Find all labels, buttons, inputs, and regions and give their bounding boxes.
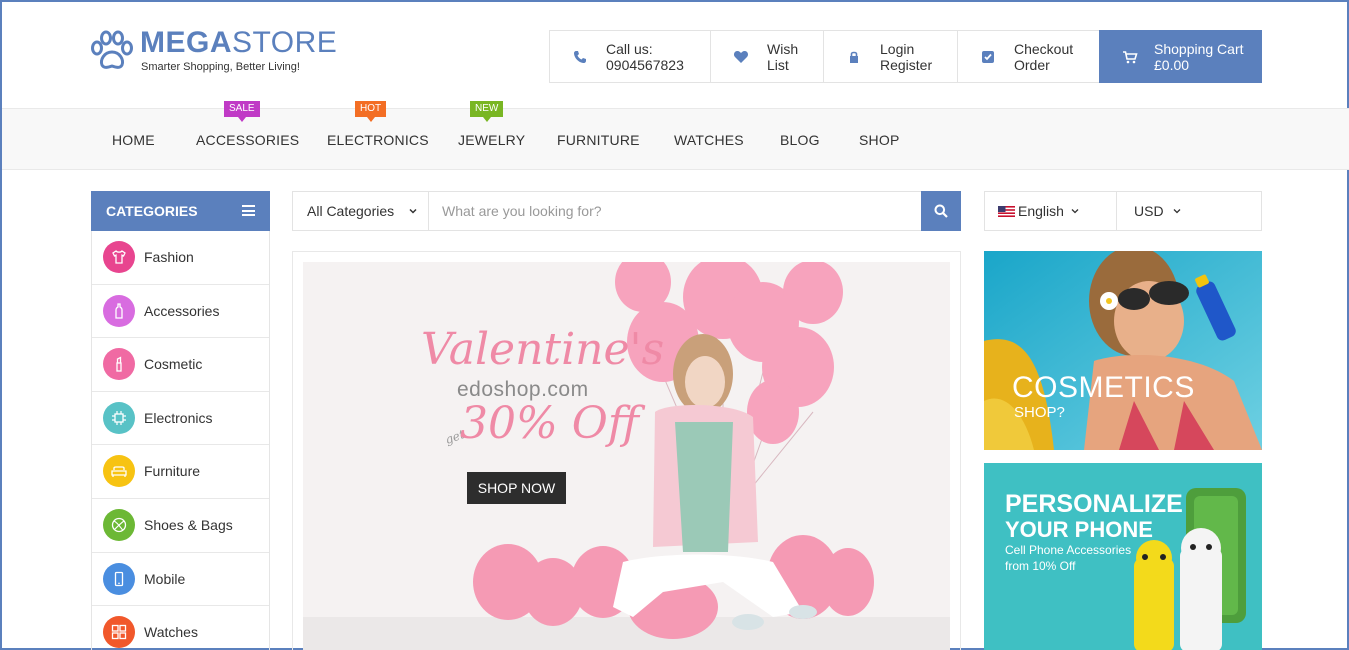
cart-total: £0.00 <box>1154 56 1190 73</box>
shop-now-button[interactable]: SHOP NOW <box>467 472 566 504</box>
promo-line-1: PERSONALIZE <box>1005 490 1183 518</box>
ball-icon <box>103 509 135 541</box>
category-item-cosmetic[interactable]: Cosmetic <box>92 338 269 392</box>
new-badge: NEW <box>470 101 504 122</box>
hot-badge: HOT <box>355 101 387 122</box>
category-item-mobile[interactable]: Mobile <box>92 553 269 607</box>
chevron-down-icon <box>409 208 417 214</box>
locale-bar: English USD <box>984 191 1262 231</box>
category-label: Fashion <box>144 249 194 265</box>
category-label: Watches <box>144 624 198 641</box>
categories-title: CATEGORIES <box>106 203 198 219</box>
nav-home[interactable]: HOME <box>112 132 155 148</box>
list-label: List <box>767 56 789 73</box>
us-flag-icon <box>998 206 1015 217</box>
hero-banner[interactable]: Valentine's edoshop.com get 30% Off SHOP… <box>303 262 950 650</box>
brand-tagline: Smarter Shopping, Better Living! <box>141 61 300 73</box>
hero-title: Valentine's <box>421 324 665 375</box>
category-item-watches[interactable]: Watches <box>92 606 269 650</box>
category-select[interactable]: All Categories <box>293 192 429 230</box>
sale-badge: SALE <box>224 101 260 122</box>
nav-shop[interactable]: SHOP <box>859 132 899 148</box>
sofa-icon <box>103 455 135 488</box>
category-item-accessories[interactable]: Accessories <box>92 285 269 339</box>
shopping-cart-button[interactable]: Shopping Cart £0.00 <box>1099 30 1262 83</box>
hero-balloons-image <box>303 262 950 650</box>
menu-icon[interactable] <box>242 205 255 216</box>
mobile-icon <box>103 562 135 595</box>
category-list: Fashion Accessories Cosmetic Electronics… <box>91 231 270 650</box>
personalize-phone-promo-banner[interactable]: PERSONALIZE YOUR PHONE Cell Phone Access… <box>984 463 1262 650</box>
category-item-shoes-bags[interactable]: Shoes & Bags <box>92 499 269 553</box>
chip-icon <box>103 401 135 434</box>
category-item-fashion[interactable]: Fashion <box>92 231 269 285</box>
category-label: Furniture <box>144 463 201 480</box>
register-label: Register <box>880 56 933 73</box>
call-us-box[interactable]: Call us: 0904567823 <box>549 30 711 83</box>
checkout-order-button[interactable]: Checkout Order <box>957 30 1100 83</box>
nav-blog[interactable]: BLOG <box>780 132 820 148</box>
currency-select[interactable]: USD <box>1118 192 1261 230</box>
lock-icon <box>850 51 858 63</box>
heart-icon <box>733 50 749 63</box>
chevron-down-icon <box>1173 209 1181 214</box>
order-label: Order <box>1014 56 1050 73</box>
lipstick-icon <box>103 348 135 381</box>
search-input[interactable] <box>430 192 922 230</box>
category-label: Accessories <box>144 302 220 319</box>
grid-icon <box>103 616 135 649</box>
category-label: Shoes & Bags <box>144 517 233 533</box>
call-label: Call us: <box>606 40 653 57</box>
search-button[interactable] <box>921 191 961 231</box>
promo-line-2: YOUR PHONE <box>1005 517 1153 542</box>
checkbox-icon <box>982 50 994 63</box>
wish-label: Wish <box>767 40 799 57</box>
promo-line-3: Cell Phone Accessories <box>1005 543 1132 557</box>
cart-icon <box>1123 50 1138 63</box>
nav-watches[interactable]: WATCHES <box>674 132 744 148</box>
paw-logo-icon[interactable] <box>90 30 136 72</box>
categories-header[interactable]: CATEGORIES <box>91 191 270 231</box>
category-item-furniture[interactable]: Furniture <box>92 445 269 499</box>
category-item-electronics[interactable]: Electronics <box>92 392 269 446</box>
nav-electronics[interactable]: ELECTRONICS <box>327 132 429 148</box>
category-label: Electronics <box>144 409 213 426</box>
nav-accessories[interactable]: ACCESSORIES <box>196 132 299 148</box>
category-label: Mobile <box>144 570 186 587</box>
cosmetics-subtitle: SHOP? <box>1014 404 1065 421</box>
bottle-icon <box>103 294 135 327</box>
language-select[interactable]: English <box>985 192 1117 230</box>
nav-furniture[interactable]: FURNITURE <box>557 132 640 148</box>
tshirt-icon <box>103 241 135 273</box>
hero-offer: 30% Off <box>460 398 640 449</box>
language-value: English <box>1018 203 1064 219</box>
login-label: Login <box>880 40 915 57</box>
phone-number[interactable]: 0904567823 <box>606 57 684 73</box>
currency-value: USD <box>1134 203 1164 219</box>
nav-jewelry[interactable]: JEWELRY <box>458 132 525 148</box>
category-label: Cosmetic <box>144 356 203 373</box>
login-register-button[interactable]: Login Register <box>823 30 958 83</box>
phone-icon <box>574 50 586 63</box>
cart-label: Shopping Cart <box>1154 40 1244 57</box>
search-icon <box>934 204 948 218</box>
chevron-down-icon <box>1071 209 1079 214</box>
cosmetics-promo-banner[interactable]: COSMETICS SHOP? <box>984 251 1262 450</box>
brand-name[interactable]: MEGASTORE <box>140 26 337 60</box>
cosmetics-title: COSMETICS <box>1012 371 1195 404</box>
wish-list-button[interactable]: Wish List <box>710 30 824 83</box>
search-bar: All Categories <box>292 191 961 231</box>
checkout-label: Checkout <box>1014 40 1074 57</box>
promo-line-4: from 10% Off <box>1005 559 1076 573</box>
category-select-value: All Categories <box>307 203 395 219</box>
